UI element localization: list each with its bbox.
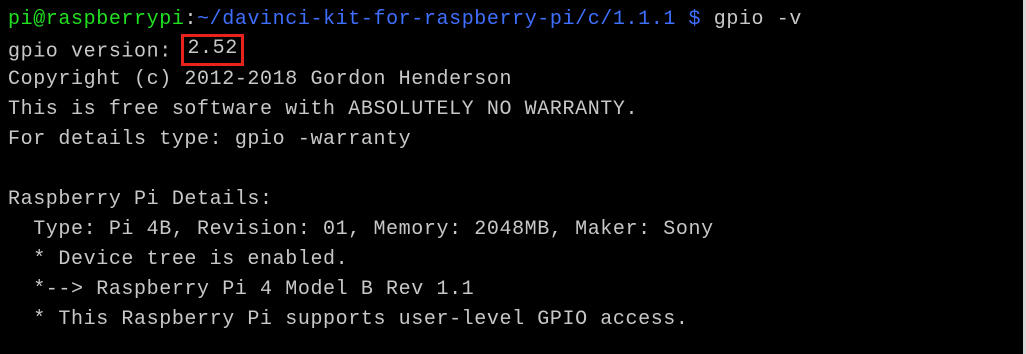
version-value: 2.52 — [187, 37, 238, 60]
terminal-window[interactable]: pi@raspberrypi:~/davinci-kit-for-raspber… — [0, 0, 1026, 354]
details-hint-line: For details type: gpio -warranty — [8, 128, 412, 151]
version-label: gpio version: — [8, 40, 185, 64]
prompt-user-host: pi@raspberrypi — [8, 8, 185, 31]
command-text: gpio -v — [701, 8, 802, 31]
model-line: *--> Raspberry Pi 4 Model B Rev 1.1 — [8, 278, 475, 301]
command-prompt-line: pi@raspberrypi:~/davinci-kit-for-raspber… — [8, 5, 802, 35]
prompt-dollar: $ — [675, 8, 702, 31]
pi-details-header: Raspberry Pi Details: — [8, 188, 273, 211]
version-line: gpio version: 2.52 — [8, 34, 244, 66]
free-software-line: This is free software with ABSOLUTELY NO… — [8, 98, 639, 121]
device-tree-line: * Device tree is enabled. — [8, 248, 349, 271]
type-line: Type: Pi 4B, Revision: 01, Memory: 2048M… — [8, 218, 714, 241]
prompt-colon: : — [184, 8, 198, 31]
prompt-path: ~/davinci-kit-for-raspberry-pi/c/1.1.1 — [197, 8, 676, 31]
copyright-line: Copyright (c) 2012-2018 Gordon Henderson — [8, 68, 513, 91]
version-highlight-box: 2.52 — [181, 34, 244, 66]
gpio-access-line: * This Raspberry Pi supports user-level … — [8, 308, 689, 331]
